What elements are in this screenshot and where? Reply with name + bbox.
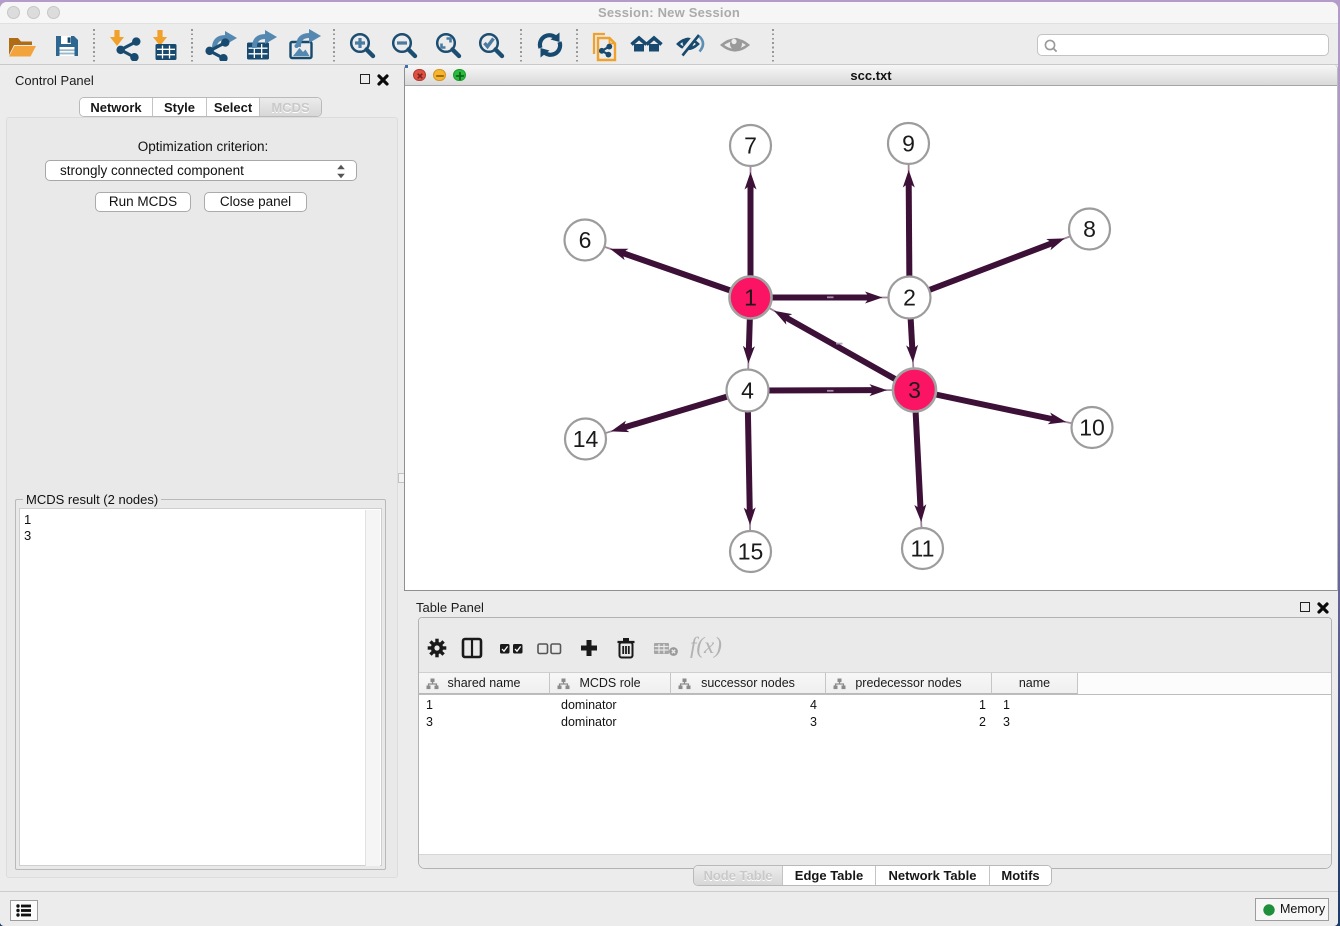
svg-text:14: 14 — [573, 426, 599, 452]
svg-text:10: 10 — [1079, 415, 1105, 441]
svg-text:6: 6 — [579, 227, 592, 253]
svg-text:4: 4 — [741, 378, 754, 404]
svg-text:11: 11 — [911, 536, 935, 562]
svg-text:2: 2 — [903, 285, 916, 311]
svg-text:8: 8 — [1083, 216, 1096, 242]
svg-text:1: 1 — [744, 285, 757, 311]
svg-text:9: 9 — [902, 131, 915, 157]
svg-text:7: 7 — [744, 133, 757, 159]
svg-text:15: 15 — [738, 539, 764, 565]
svg-text:3: 3 — [908, 377, 921, 403]
